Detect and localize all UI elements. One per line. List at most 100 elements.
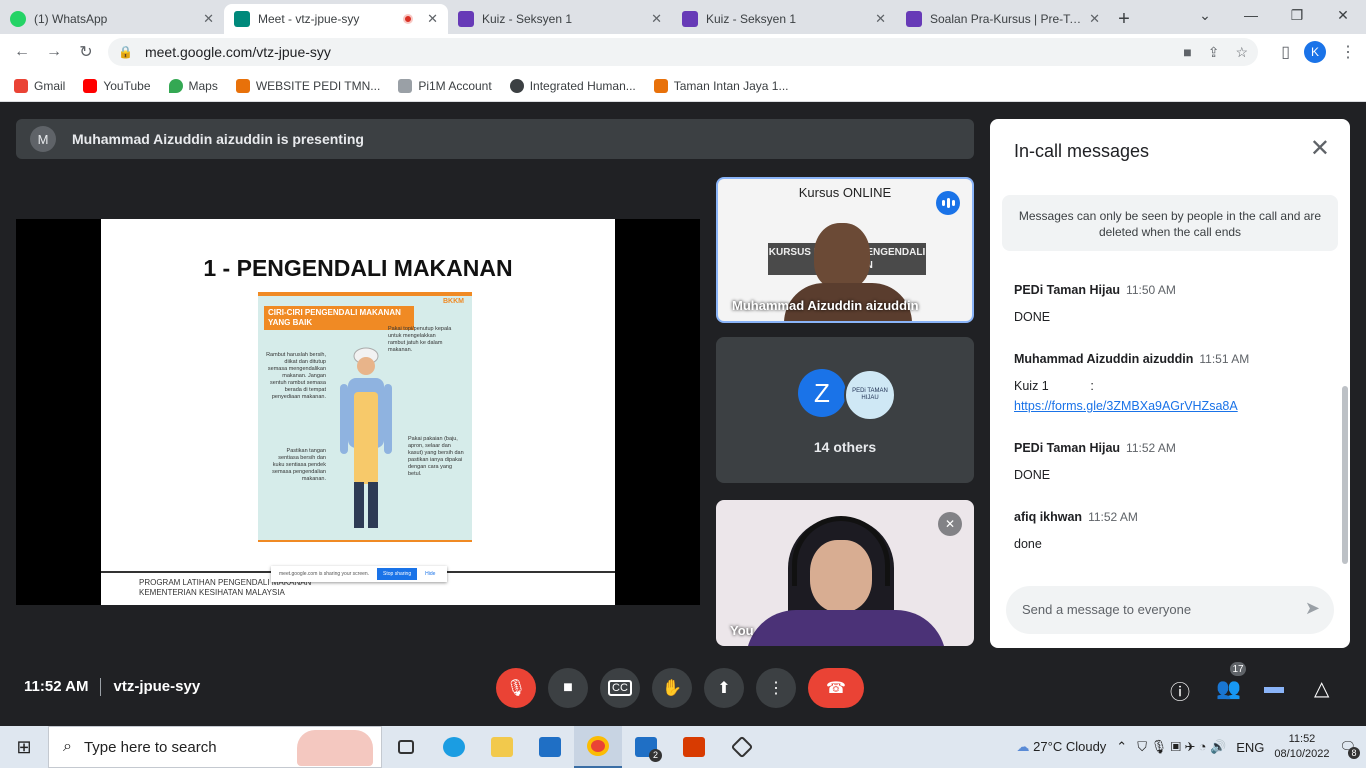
close-tab-icon[interactable]: ✕ <box>875 11 886 27</box>
camera-icon: ■ <box>563 679 573 696</box>
chat-panel: In-call messages ✕ Messages can only be … <box>990 119 1350 648</box>
close-tab-icon[interactable]: ✕ <box>1089 11 1100 27</box>
present-button[interactable]: ⬆ <box>704 668 744 708</box>
note-hair: Rambut haruslah bersih, diikat dan ditut… <box>266 352 326 400</box>
reload-button[interactable]: ↻ <box>70 42 102 62</box>
presenter-face <box>814 223 870 289</box>
close-tab-icon[interactable]: ✕ <box>427 11 438 27</box>
meeting-time: 11:52 AM <box>24 678 89 695</box>
chat-message: Muhammad Aizuddin aizuddin 11:51 AM Kuiz … <box>1014 352 1250 413</box>
forward-button[interactable]: → <box>38 43 70 61</box>
system-tray: ☁ 27°C Cloudy ⌃ ⛉ 🎙 ▣ ✈ ◔ 🔊 ENG 11:52 08… <box>1017 726 1366 768</box>
tab-soalan[interactable]: Soalan Pra-Kursus | Pre-Test ( ✕ <box>896 4 1110 34</box>
tab-search-icon[interactable]: ⌄ <box>1182 0 1228 30</box>
edge-button[interactable] <box>430 726 478 768</box>
raise-hand-button[interactable]: ✋ <box>652 668 692 708</box>
file-explorer-button[interactable] <box>478 726 526 768</box>
globe-icon <box>509 78 524 93</box>
chat-link[interactable]: https://forms.gle/3ZMBXa9AGrVHZsa8A <box>1014 399 1238 413</box>
food-handler-illustration <box>340 347 392 528</box>
start-button[interactable]: ⊞ <box>0 726 48 768</box>
hide-button[interactable]: Hide <box>425 571 435 577</box>
task-view-button[interactable] <box>382 726 430 768</box>
close-tab-icon[interactable]: ✕ <box>203 11 214 27</box>
browser-tab-strip: (1) WhatsApp ✕ Meet - vtz-jpue-syy ✕ Kui… <box>0 0 1366 34</box>
chat-icon[interactable]: ▬ <box>1264 676 1284 699</box>
lock-icon[interactable]: 🔒 <box>118 45 133 59</box>
profile-avatar[interactable]: K <box>1304 41 1326 63</box>
taskbar-clock[interactable]: 11:52 08/10/2022 <box>1274 732 1329 762</box>
chrome-icon <box>587 736 609 756</box>
notification-count: 8 <box>1348 747 1360 759</box>
leave-call-button[interactable]: ☎ <box>808 668 864 708</box>
mail-badge: 2 <box>649 749 662 762</box>
windows-icon: ⊞ <box>16 736 32 757</box>
bookmark-star-icon[interactable]: ☆ <box>1235 44 1248 61</box>
chat-message: PEDi Taman Hijau 11:52 AM DONE <box>1014 441 1176 482</box>
hangup-icon: ☎ <box>826 680 846 697</box>
tray-icons[interactable]: ⛉ 🎙 ▣ ✈ ◔ 🔊 <box>1137 739 1226 755</box>
tab-whatsapp[interactable]: (1) WhatsApp ✕ <box>0 4 224 34</box>
people-icon[interactable]: 👥 <box>1216 676 1241 701</box>
tab-kuiz-1[interactable]: Kuiz - Seksyen 1 ✕ <box>448 4 672 34</box>
cube-icon <box>730 735 754 759</box>
tray-chevron-icon[interactable]: ⌃ <box>1116 739 1127 755</box>
present-icon: ⬆ <box>717 680 731 697</box>
minimize-button[interactable]: — <box>1228 0 1274 30</box>
notification-center[interactable]: 🗨 8 <box>1339 739 1360 759</box>
meeting-details-icon[interactable]: ⓘ <box>1170 676 1190 705</box>
bookmark-pi1m[interactable]: Pi1M Account <box>398 78 492 93</box>
participant-name: Muhammad Aizuddin aizuddin <box>732 298 919 313</box>
menu-kebab-icon[interactable]: ⋮ <box>1340 42 1356 62</box>
sidebar-icon[interactable]: ▯ <box>1281 42 1290 62</box>
meet-main: M Muhammad Aizuddin aizuddin is presenti… <box>0 102 1366 726</box>
tab-kuiz-2[interactable]: Kuiz - Seksyen 1 ✕ <box>672 4 896 34</box>
others-tile[interactable]: Z PEDi TAMAN HIJAU 14 others <box>716 337 974 483</box>
bookmark-taman-intan-jaya[interactable]: Taman Intan Jaya 1... <box>653 78 788 93</box>
presenting-text: Muhammad Aizuddin aizuddin is presenting <box>72 131 364 147</box>
url-text[interactable]: meet.google.com/vtz-jpue-syy <box>145 44 331 60</box>
mail-button[interactable]: 2 <box>622 726 670 768</box>
camera-icon[interactable]: ■ <box>1183 44 1191 61</box>
bookmark-gmail[interactable]: Gmail <box>14 78 65 93</box>
close-tab-icon[interactable]: ✕ <box>651 11 662 27</box>
window-controls: ⌄ — ❐ ✕ <box>1182 0 1366 30</box>
hand-icon: ✋ <box>662 680 682 697</box>
store-button[interactable] <box>526 726 574 768</box>
tab-title: Soalan Pra-Kursus | Pre-Test ( <box>930 12 1084 26</box>
bookmark-website-pedi[interactable]: WEBSITE PEDI TMN... <box>235 78 380 93</box>
tab-meet[interactable]: Meet - vtz-jpue-syy ✕ <box>224 4 448 34</box>
meeting-code: vtz-jpue-syy <box>113 678 201 695</box>
close-panel-button[interactable]: ✕ <box>1310 137 1330 161</box>
send-icon[interactable]: ➤ <box>1305 598 1320 619</box>
mic-toggle-button[interactable]: 🎙 <box>496 668 536 708</box>
back-button[interactable]: ← <box>6 43 38 61</box>
stop-sharing-button[interactable]: Stop sharing <box>377 568 418 580</box>
activities-icon[interactable]: △ <box>1314 676 1329 701</box>
presentation-stage[interactable]: 1 - PENGENDALI MAKANAN CIRI-CIRI PENGEND… <box>16 219 700 605</box>
omnibox[interactable]: 🔒 meet.google.com/vtz-jpue-syy ■ ⇪ ☆ <box>108 38 1258 66</box>
gmail-icon <box>14 78 28 93</box>
chat-scrollbar[interactable] <box>1342 386 1348 564</box>
share-icon[interactable]: ⇪ <box>1208 44 1220 61</box>
office-button[interactable] <box>670 726 718 768</box>
camera-toggle-button[interactable]: ■ <box>548 668 588 708</box>
bookmark-integrated-human[interactable]: Integrated Human... <box>509 78 636 93</box>
taskbar-search[interactable]: ⌕ Type here to search <box>48 726 382 768</box>
app-cube-button[interactable] <box>718 726 766 768</box>
restore-button[interactable]: ❐ <box>1274 0 1320 30</box>
bookmark-maps[interactable]: Maps <box>168 78 218 93</box>
more-options-button[interactable]: ⋮ <box>756 668 796 708</box>
windows-taskbar: ⊞ ⌕ Type here to search 2 ☁ 27°C Cloudy … <box>0 726 1366 768</box>
new-tab-button[interactable]: + <box>1110 4 1138 34</box>
weather-widget[interactable]: ☁ 27°C Cloudy <box>1017 739 1107 755</box>
tile-caption: Kursus ONLINE <box>798 185 892 200</box>
captions-button[interactable]: CC <box>600 668 640 708</box>
chat-input[interactable]: Send a message to everyone ➤ <box>1006 586 1334 634</box>
close-window-button[interactable]: ✕ <box>1320 0 1366 30</box>
self-tile[interactable]: ✕ You <box>716 500 974 646</box>
chrome-button[interactable] <box>574 726 622 768</box>
presenter-tile[interactable]: Kursus ONLINE KURSUS LATIHAN PENGENDALI … <box>716 177 974 323</box>
bookmark-youtube[interactable]: YouTube <box>83 78 151 93</box>
language-indicator[interactable]: ENG <box>1236 740 1264 755</box>
